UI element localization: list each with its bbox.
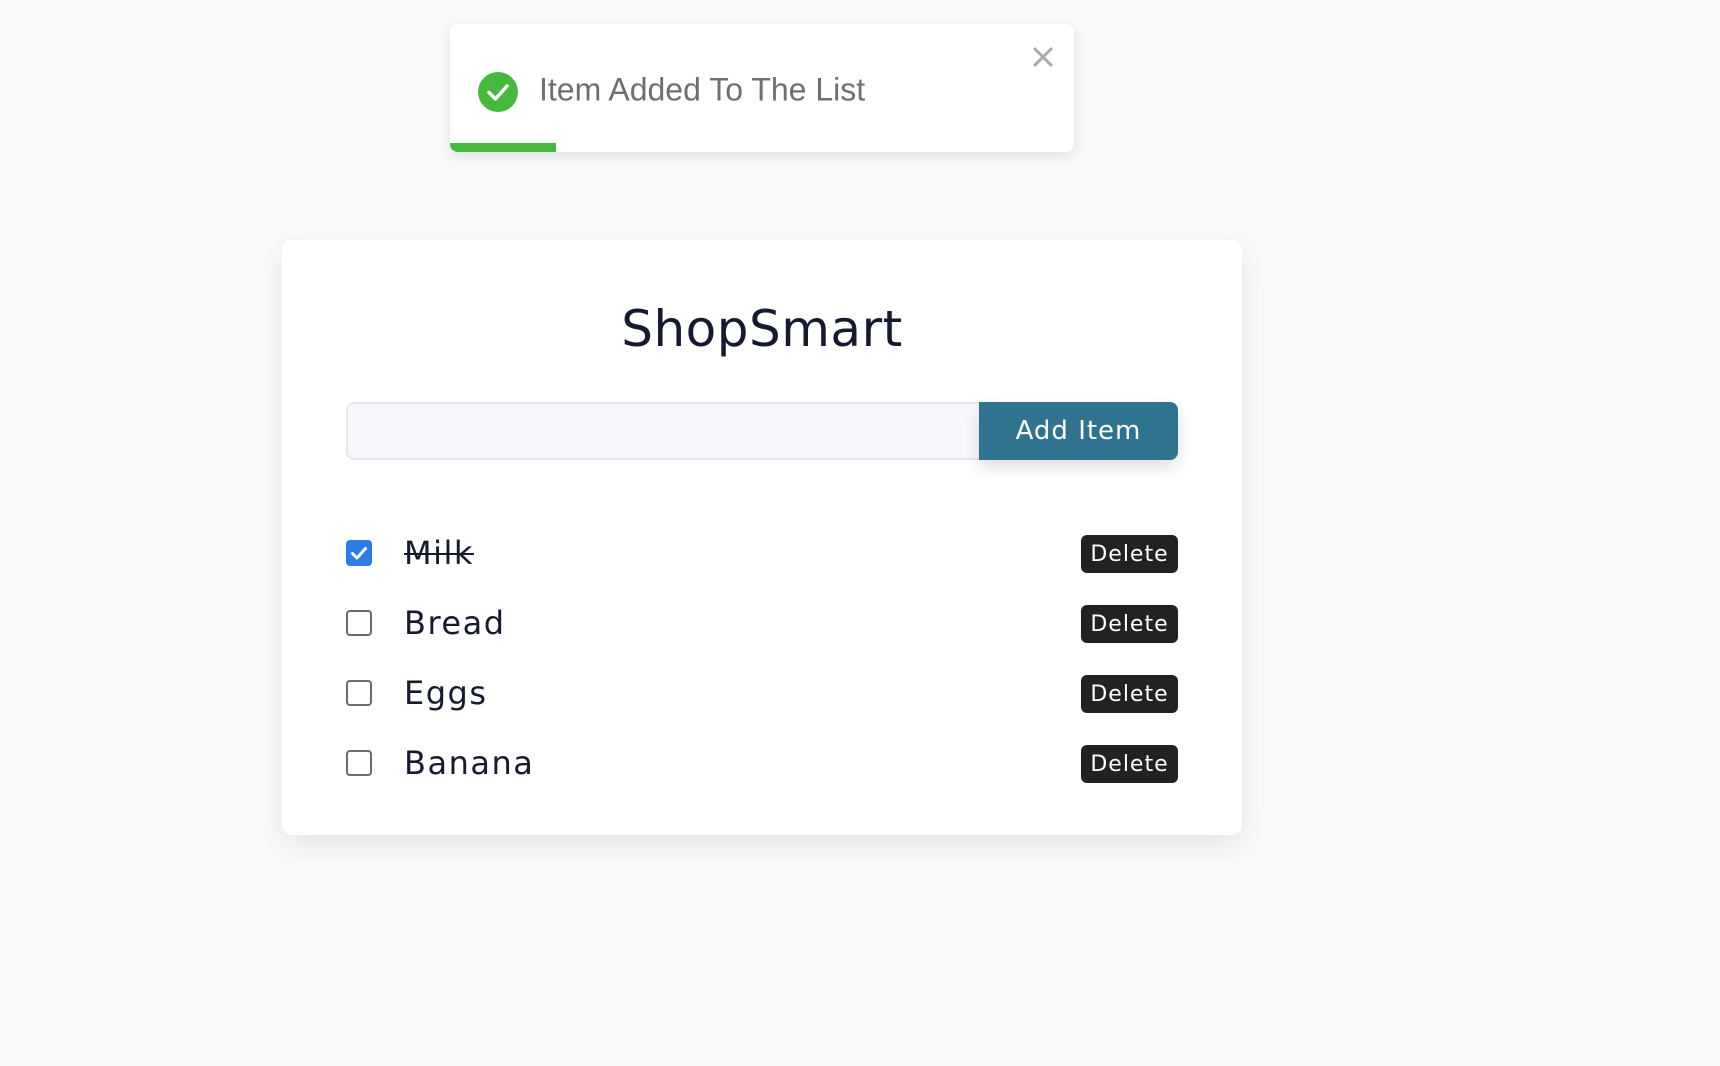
app-title: ShopSmart bbox=[621, 300, 903, 358]
delete-button[interactable]: Delete bbox=[1081, 745, 1178, 783]
checkmark-icon bbox=[351, 547, 367, 560]
list-item: Bread Delete bbox=[346, 588, 1178, 658]
item-checkbox[interactable] bbox=[346, 540, 372, 566]
item-label: Bread bbox=[404, 604, 506, 642]
toast-message: Item Added To The List bbox=[539, 71, 866, 108]
item-checkbox[interactable] bbox=[346, 680, 372, 706]
shopping-list: Milk Delete Bread Delete Eggs Delete Banana Del… bbox=[346, 518, 1178, 798]
delete-button[interactable]: Delete bbox=[1081, 605, 1178, 643]
list-item: Milk Delete bbox=[346, 518, 1178, 588]
close-icon[interactable] bbox=[1028, 42, 1058, 72]
check-circle-icon bbox=[478, 72, 518, 112]
item-checkbox[interactable] bbox=[346, 750, 372, 776]
item-input[interactable] bbox=[346, 402, 979, 460]
item-label: Milk bbox=[404, 534, 474, 572]
add-item-form: Add Item bbox=[346, 402, 1178, 460]
list-item: Banana Delete bbox=[346, 728, 1178, 798]
add-item-button[interactable]: Add Item bbox=[979, 402, 1178, 460]
toast-progress-bar bbox=[450, 143, 557, 152]
item-label: Banana bbox=[404, 744, 535, 782]
item-label: Eggs bbox=[404, 674, 488, 712]
shopping-list-card: ShopSmart Add Item Milk Delete Bread Delete… bbox=[282, 240, 1242, 835]
delete-button[interactable]: Delete bbox=[1081, 675, 1178, 713]
toast-notification: Item Added To The List bbox=[450, 24, 1074, 152]
item-checkbox[interactable] bbox=[346, 610, 372, 636]
list-item: Eggs Delete bbox=[346, 658, 1178, 728]
delete-button[interactable]: Delete bbox=[1081, 535, 1178, 573]
